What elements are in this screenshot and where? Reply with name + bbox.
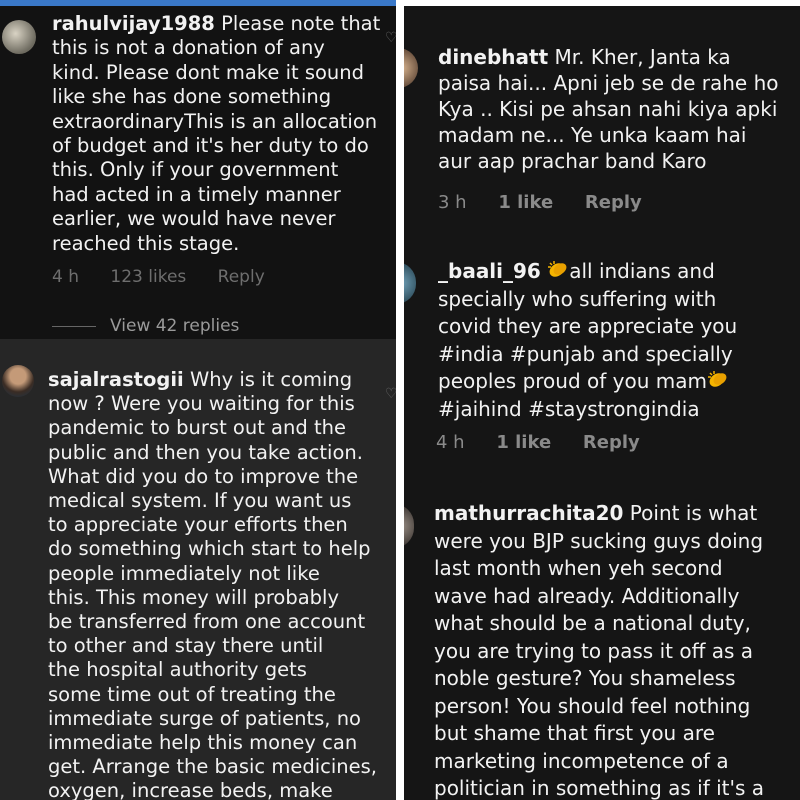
- comment-line: be transferred from one account: [48, 610, 366, 634]
- comment-line: extraordinaryThis is an allocation: [52, 109, 378, 133]
- avatar[interactable]: [404, 504, 414, 548]
- comment-line: What did you do to improve the: [48, 464, 359, 488]
- comment-meta: 3 h 1 like Reply: [438, 192, 668, 213]
- comment-line: what should be a national duty,: [434, 611, 751, 635]
- comment-line: aur aap prachar band Karo: [438, 149, 707, 173]
- comment-username[interactable]: sajalrastogii: [48, 368, 184, 391]
- comment-line: the hospital authority gets: [48, 658, 307, 682]
- comment-line: Point is what: [629, 501, 758, 525]
- comment-line: reached this stage.: [52, 231, 240, 255]
- comment-line: immediate help this money can: [48, 731, 358, 755]
- comment-line: to other and stay there until: [48, 634, 324, 658]
- comment-username[interactable]: mathurrachita20: [434, 501, 623, 525]
- comment-line: pandemic to burst out and the: [48, 416, 346, 440]
- comment-text: _baali_96 all indians and specially who …: [438, 258, 788, 423]
- view-replies-button[interactable]: View 42 replies: [52, 316, 239, 336]
- comment-username[interactable]: dinebhatt: [438, 45, 548, 69]
- comment-line: immediate surge of patients, no: [48, 706, 361, 730]
- comment-line: Why is it coming: [189, 368, 353, 391]
- avatar[interactable]: [404, 262, 416, 304]
- comment-line: had acted in a timely manner: [52, 182, 341, 206]
- comment-line: of budget and it's her duty to do: [52, 134, 369, 158]
- comment-text: sajalrastogii Why is it coming now ? Wer…: [48, 368, 388, 800]
- view-replies-label: View 42 replies: [110, 316, 240, 336]
- comment-line: covid they are appreciate you: [438, 314, 738, 338]
- comment-line: Kya .. Kisi pe ahsan nahi kiya apki: [438, 97, 778, 121]
- like-count[interactable]: 1 like: [496, 432, 551, 453]
- comment-line: get. Arrange the basic medicines,: [48, 755, 377, 779]
- comment-line: were you BJP sucking guys doing: [434, 528, 764, 553]
- comment-line: #jaihind #staystrongindia: [438, 396, 700, 421]
- comment-line: specially who suffering with: [438, 286, 717, 311]
- comment-line: you are trying to pass it off as a: [434, 638, 753, 663]
- avatar[interactable]: [2, 365, 34, 397]
- comment-line: politician in something as if it's a: [434, 776, 765, 800]
- comment-line: like she has done something: [52, 85, 332, 109]
- comment-line: this is not a donation of any: [52, 36, 325, 60]
- comment-time: 4 h: [436, 432, 465, 453]
- comment-time: 3 h: [438, 192, 467, 213]
- divider: [52, 325, 96, 327]
- comment-line: this. Only if your government: [52, 158, 339, 182]
- comment-line: all indians and: [569, 259, 715, 283]
- comment-line: oxygen, increase beds, make: [48, 779, 333, 800]
- comment-line: Mr. Kher, Janta ka: [554, 45, 731, 69]
- reply-button[interactable]: Reply: [218, 267, 265, 287]
- comment-line: wave had already. Additionally: [434, 583, 740, 608]
- comment-line: people immediately not like: [48, 561, 320, 585]
- comment-line: person! You should feel nothing: [434, 693, 751, 718]
- comment-line: Please note that: [221, 12, 381, 35]
- like-count[interactable]: 123 likes: [110, 267, 186, 287]
- comment-line: #india #punjab and specially: [438, 341, 733, 366]
- comment-line: to appreciate your efforts then: [48, 513, 348, 537]
- comment-text: dinebhatt Mr. Kher, Janta ka paisa hai..…: [438, 44, 788, 174]
- top-accent-bar: [0, 0, 396, 6]
- comment-username[interactable]: _baali_96: [438, 259, 541, 283]
- left-screenshot: ♡ rahulvijay1988 Please note that this i…: [0, 0, 396, 800]
- avatar[interactable]: [404, 48, 418, 88]
- comment-line: marketing incompetence of a: [434, 748, 729, 773]
- comment-line: do something which start to help: [48, 537, 371, 561]
- comment-line: now ? Were you waiting for this: [48, 392, 355, 416]
- reply-button[interactable]: Reply: [583, 432, 640, 453]
- comment-meta: 4 h 1 like Reply: [436, 432, 666, 453]
- comment-line: but shame that first you are: [434, 721, 715, 745]
- avatar[interactable]: [2, 20, 36, 54]
- comment-line: earlier, we would have never: [52, 207, 336, 231]
- comment-line: public and then you take action.: [48, 440, 363, 464]
- comment-line: noble gesture? You shameless: [434, 666, 736, 690]
- comment-text: mathurrachita20 Point is what were you B…: [434, 500, 794, 800]
- comment-meta: 4 h 123 likes Reply: [52, 267, 291, 287]
- comment-line: last month when yeh second: [434, 556, 723, 580]
- comment-line: peoples proud of you mam: [438, 369, 707, 393]
- comment-line: some time out of treating the: [48, 682, 336, 706]
- comment-line: medical system. If you want us: [48, 489, 352, 513]
- comment-line: paisa hai... Apni jeb se de rahe ho: [438, 71, 779, 95]
- clapping-hands-icon: [548, 261, 567, 277]
- reply-button[interactable]: Reply: [585, 192, 642, 213]
- comment-username[interactable]: rahulvijay1988: [52, 12, 215, 35]
- comment-line: kind. Please dont make it sound: [52, 60, 365, 84]
- heart-outline-icon[interactable]: ♡: [385, 31, 396, 45]
- like-count[interactable]: 1 like: [498, 192, 553, 213]
- comment-time: 4 h: [52, 267, 79, 287]
- comment-line: this. This money will probably: [48, 585, 340, 609]
- comment-line: madam ne... Ye unka kaam hai: [438, 123, 747, 147]
- right-screenshot: dinebhatt Mr. Kher, Janta ka paisa hai..…: [404, 6, 800, 800]
- comment-text: rahulvijay1988 Please note that this is …: [52, 12, 382, 256]
- clapping-hands-icon: [707, 371, 727, 387]
